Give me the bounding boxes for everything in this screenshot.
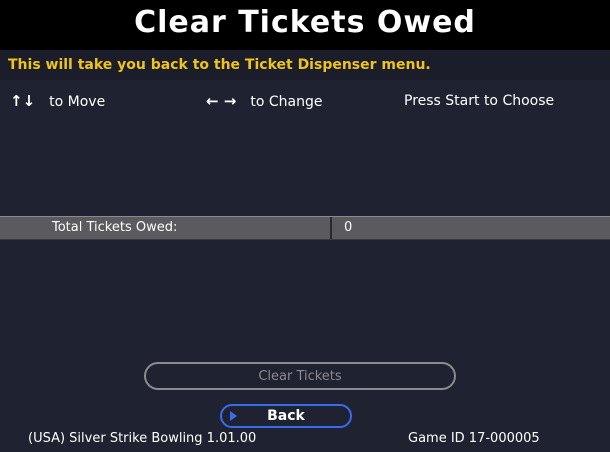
back-label: Back [267, 408, 305, 424]
back-button[interactable]: Back [220, 404, 352, 428]
title-bar: Clear Tickets Owed [0, 0, 610, 44]
game-id: Game ID 17-000005 [408, 431, 540, 446]
menu-panel [0, 80, 610, 452]
page-title: Clear Tickets Owed [134, 4, 476, 40]
game-version: (USA) Silver Strike Bowling 1.01.00 [28, 431, 257, 446]
total-tickets-owed-value: 0 [344, 220, 353, 235]
help-change: ← → to Change [206, 92, 322, 111]
help-change-text: to Change [250, 94, 323, 110]
help-choose: Press Start to Choose [404, 93, 555, 109]
menu-description: This will take you back to the Ticket Di… [0, 50, 610, 80]
total-tickets-owed-row[interactable]: Total Tickets Owed: 0 [0, 216, 610, 240]
clear-tickets-button[interactable]: Clear Tickets [144, 362, 456, 390]
row-divider [330, 217, 332, 239]
clear-tickets-label: Clear Tickets [258, 368, 342, 384]
selection-pointer-icon [230, 411, 237, 421]
up-down-arrows-icon: ↑↓ [10, 92, 36, 110]
help-move-text: to Move [49, 94, 106, 110]
total-tickets-owed-label: Total Tickets Owed: [52, 220, 178, 235]
help-move: ↑↓ to Move [10, 92, 105, 111]
left-right-arrows-icon: ← → [206, 92, 237, 110]
